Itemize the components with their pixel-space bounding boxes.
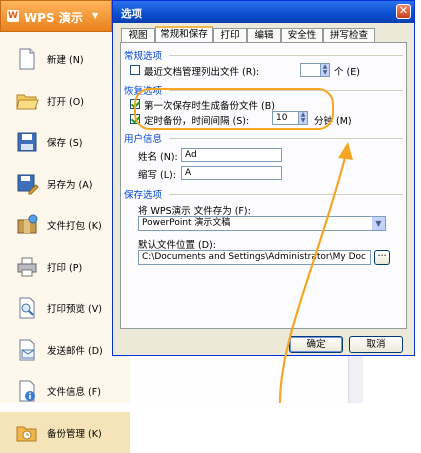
- tab-general-save[interactable]: 常规和保存: [155, 26, 213, 43]
- save-as-format-value: PowerPoint 演示文稿: [142, 218, 230, 228]
- tab-print[interactable]: 打印: [213, 28, 247, 42]
- initials-label: 缩写 (L):: [138, 167, 176, 181]
- menu-item-print-preview[interactable]: 打印预览 (V): [0, 287, 130, 329]
- dialog-title: 选项: [121, 6, 142, 21]
- menu-item-label: 新建 (N): [47, 52, 84, 66]
- menu-item-send-mail[interactable]: 发送邮件 (D): [0, 329, 130, 371]
- menu-item-label: 备份管理 (K): [47, 426, 102, 440]
- browse-button[interactable]: ···: [374, 250, 390, 265]
- dialog-titlebar[interactable]: 选项 ✕: [113, 1, 414, 23]
- open-folder-icon: [15, 89, 39, 113]
- tab-security[interactable]: 安全性: [281, 28, 323, 42]
- menu-item-label: 保存 (S): [47, 135, 82, 149]
- menu-item-label: 另存为 (A): [47, 177, 92, 191]
- menu-item-package[interactable]: 文件打包 (K): [0, 204, 130, 246]
- divider: [169, 55, 403, 56]
- menu-item-label: 打印预览 (V): [47, 301, 102, 315]
- menu-item-label: 打开 (O): [47, 94, 84, 108]
- save-as-format-label: 将 WPS演示 文件存为 (F):: [138, 203, 251, 217]
- menu-item-new[interactable]: 新建 (N): [0, 38, 130, 80]
- menu-item-print[interactable]: 打印 (P): [0, 246, 130, 288]
- menu-item-label: 文件信息 (F): [47, 384, 101, 398]
- wps-menu-title: WPS 演示: [24, 9, 83, 26]
- file-menu-list: 新建 (N) 打开 (O) 保存 (S) 另存为 (A) 文件打包 (K): [0, 38, 130, 453]
- chevron-down-icon: ▼: [92, 11, 98, 20]
- close-icon[interactable]: ✕: [396, 4, 411, 19]
- file-info-icon: [15, 379, 39, 403]
- wps-logo-icon: W: [7, 10, 19, 22]
- menu-item-save-as[interactable]: 另存为 (A): [0, 163, 130, 205]
- backup-icon: [15, 421, 39, 445]
- package-icon: [15, 213, 39, 237]
- menu-item-save[interactable]: 保存 (S): [0, 121, 130, 163]
- recent-files-unit: 个 (E): [334, 64, 360, 78]
- save-disk-icon: [15, 130, 39, 154]
- menu-item-label: 文件打包 (K): [47, 218, 102, 232]
- recent-files-label: 最近文档管理列出文件 (R):: [144, 64, 259, 78]
- section-save-title: 保存选项: [124, 187, 162, 201]
- tab-view[interactable]: 视图: [121, 28, 155, 42]
- annotation-arrow: [260, 130, 370, 403]
- new-document-icon: [15, 47, 39, 71]
- menu-item-backup[interactable]: 备份管理 (K): [0, 412, 130, 453]
- wps-menu-button[interactable]: W WPS 演示 ▼: [0, 0, 112, 32]
- default-location-label: 默认文件位置 (D):: [138, 237, 216, 251]
- section-user-title: 用户信息: [124, 131, 162, 145]
- recent-files-spinner[interactable]: ▲▼: [320, 63, 330, 77]
- name-label: 姓名 (N):: [138, 149, 178, 163]
- print-preview-icon: [15, 296, 39, 320]
- tab-spell-check[interactable]: 拼写检查: [323, 28, 375, 42]
- menu-item-open[interactable]: 打开 (O): [0, 80, 130, 122]
- menu-item-label: 发送邮件 (D): [47, 343, 103, 357]
- printer-icon: [15, 255, 39, 279]
- recent-files-checkbox[interactable]: [130, 65, 140, 75]
- send-mail-icon: [15, 338, 39, 362]
- menu-item-label: 打印 (P): [47, 260, 82, 274]
- section-general-title: 常规选项: [124, 48, 162, 62]
- menu-item-file-info[interactable]: 文件信息 (F): [0, 370, 130, 412]
- tab-edit[interactable]: 编辑: [247, 28, 281, 42]
- chevron-down-icon[interactable]: ▼: [372, 217, 385, 230]
- save-as-icon: [15, 172, 39, 196]
- highlight-ellipse: [134, 88, 334, 130]
